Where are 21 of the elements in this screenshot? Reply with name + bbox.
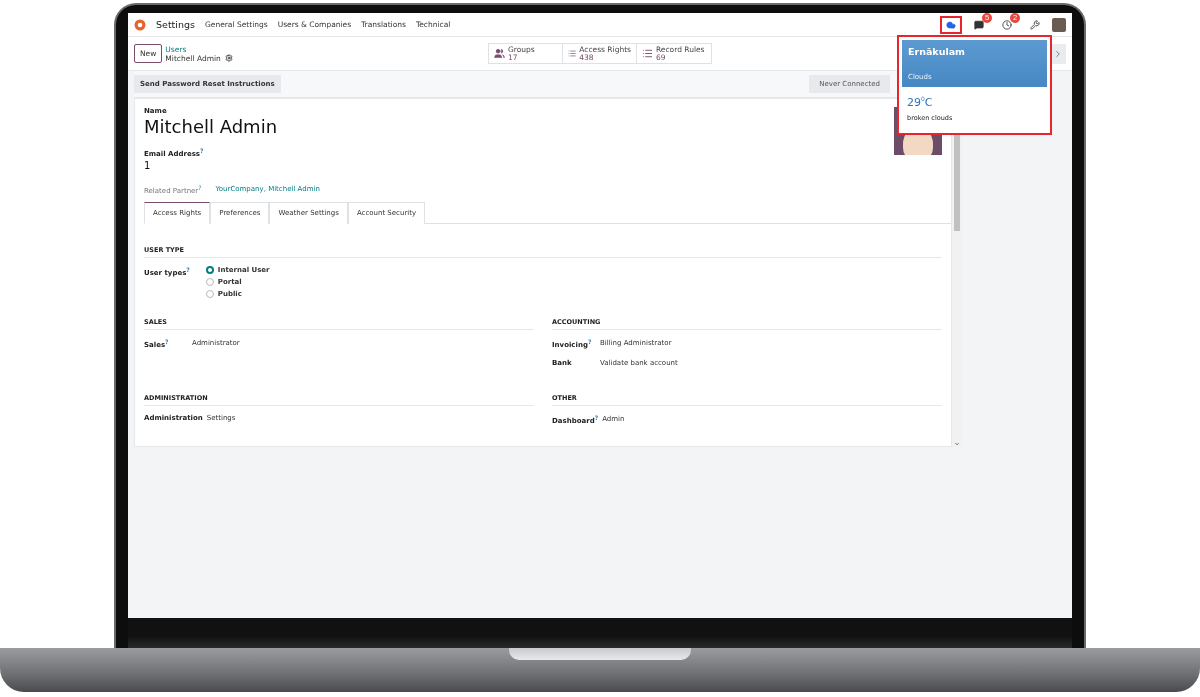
app-logo-icon bbox=[134, 18, 146, 31]
email-value: 1 bbox=[144, 160, 151, 172]
radio-button[interactable] bbox=[205, 265, 214, 274]
weather-button[interactable] bbox=[940, 15, 962, 34]
chevron-right-icon bbox=[1053, 48, 1063, 59]
radio-button[interactable] bbox=[205, 289, 214, 298]
temperature: 29$^{0}$C bbox=[907, 95, 934, 109]
chat-icon bbox=[974, 19, 984, 30]
clock-icon bbox=[1002, 19, 1012, 30]
name-value: Mitchell Admin bbox=[144, 116, 278, 137]
app-name: Settings bbox=[156, 19, 195, 30]
user-avatar[interactable] bbox=[1052, 17, 1066, 32]
radio-button[interactable] bbox=[205, 277, 214, 286]
tools-icon bbox=[1030, 19, 1040, 30]
city-name: Ernākulam bbox=[908, 46, 966, 57]
users-icon bbox=[494, 48, 505, 59]
list-icon bbox=[642, 48, 653, 59]
scroll-down-icon bbox=[954, 441, 960, 447]
list-icon bbox=[568, 48, 577, 59]
settings-icon[interactable] bbox=[224, 54, 233, 62]
cloud-icon bbox=[946, 19, 956, 30]
